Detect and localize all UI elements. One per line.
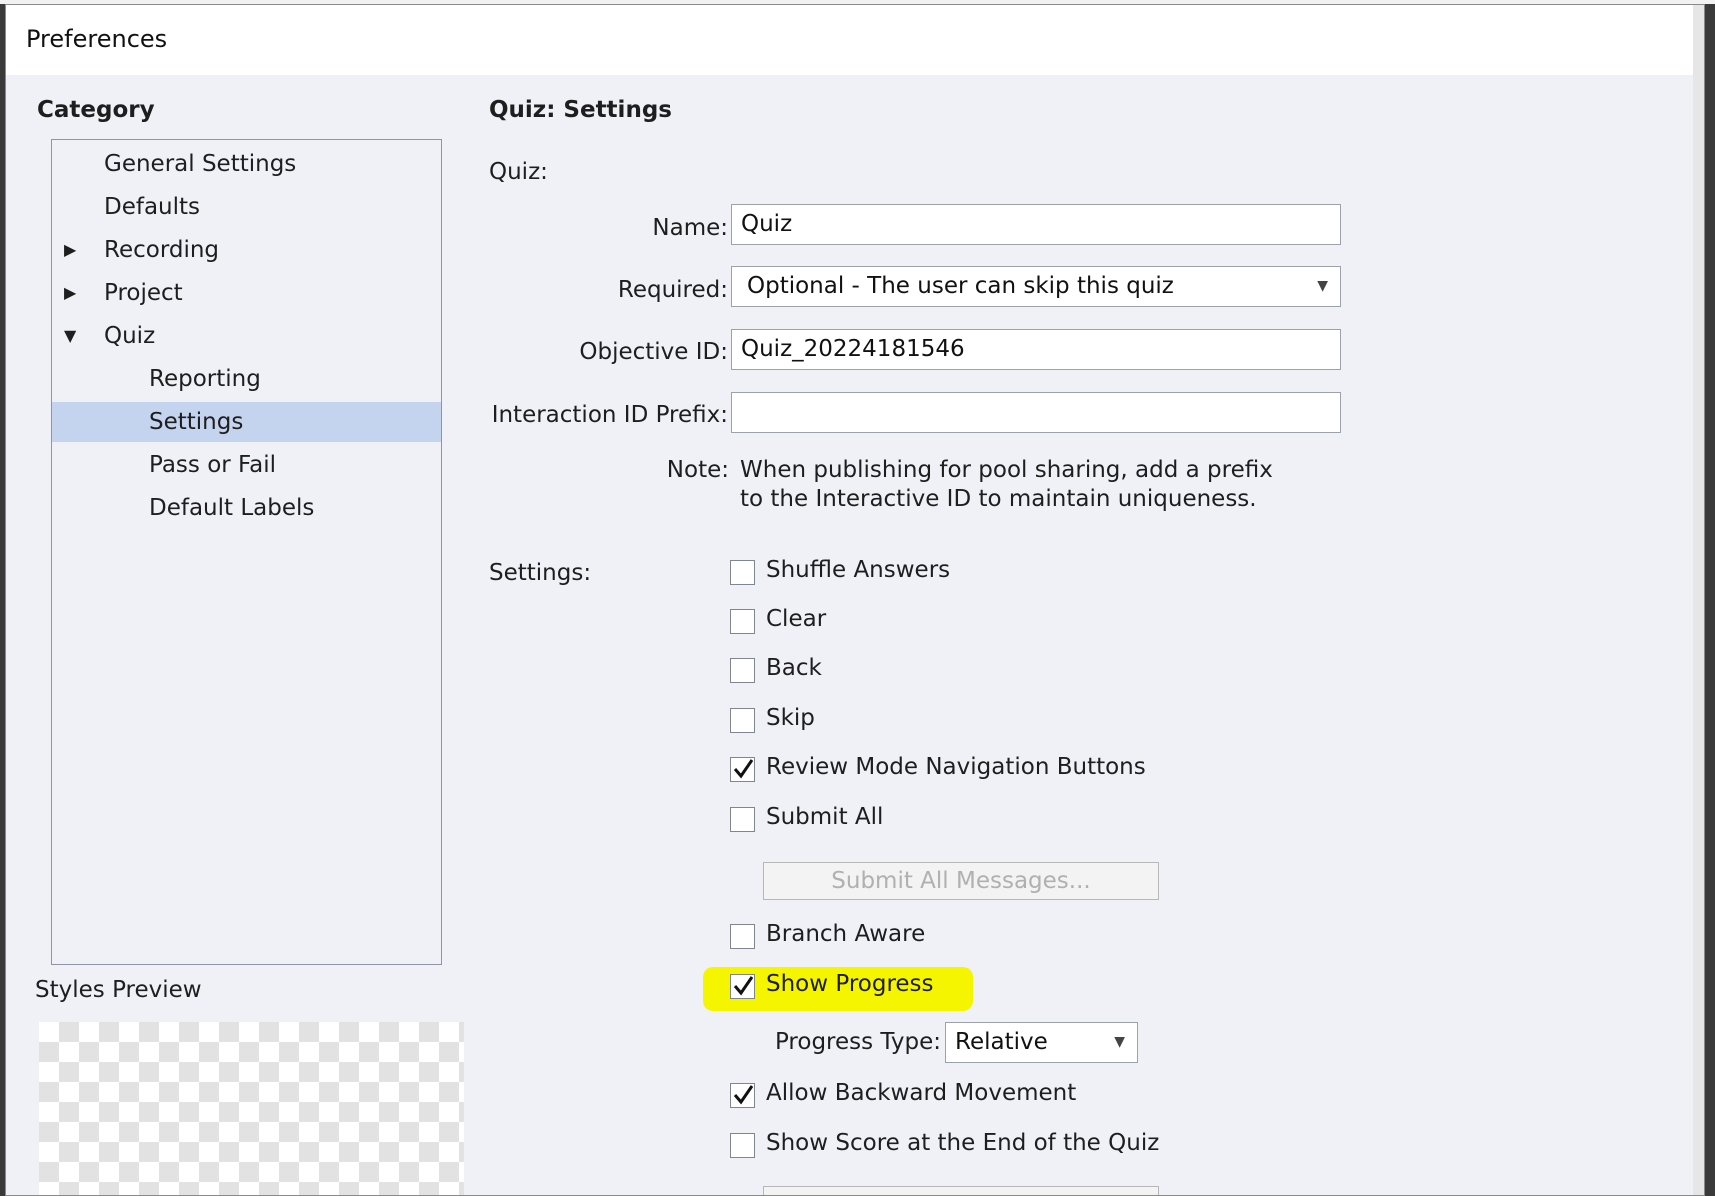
back-checkbox[interactable] — [730, 658, 755, 683]
styles-preview-canvas — [39, 1022, 464, 1195]
tree-item-recording[interactable]: ▶ Recording — [52, 230, 441, 270]
progress-type-dropdown[interactable]: Relative ▼ — [945, 1022, 1138, 1063]
branch-aware-label: Branch Aware — [766, 921, 926, 947]
required-selected-value: Optional - The user can skip this quiz — [747, 273, 1174, 299]
skip-checkbox[interactable] — [730, 708, 755, 733]
allow-backward-movement-label: Allow Backward Movement — [766, 1080, 1077, 1106]
tree-item-label: Reporting — [149, 366, 261, 392]
back-label: Back — [766, 655, 822, 681]
chevron-down-icon: ▼ — [1114, 1034, 1125, 1050]
quiz-result-messages-button — [763, 1186, 1159, 1195]
tree-item-settings[interactable]: Settings — [52, 402, 441, 442]
review-mode-navigation-label: Review Mode Navigation Buttons — [766, 754, 1146, 780]
tree-item-quiz[interactable]: ▼ Quiz — [52, 316, 441, 356]
preferences-dialog: Preferences Category General Settings De… — [5, 4, 1705, 1196]
show-progress-checkbox[interactable] — [730, 974, 755, 999]
title-bar[interactable]: Preferences — [6, 5, 1704, 75]
checkmark-icon — [733, 976, 754, 996]
dialog-right-edge — [1693, 5, 1704, 1195]
chevron-down-icon: ▼ — [1317, 278, 1328, 294]
category-heading: Category — [37, 97, 155, 123]
show-progress-label: Show Progress — [766, 971, 934, 997]
window-title: Preferences — [26, 25, 168, 53]
required-dropdown[interactable]: Optional - The user can skip this quiz ▼ — [731, 266, 1341, 307]
tree-item-general-settings[interactable]: General Settings — [52, 144, 441, 184]
styles-preview-label: Styles Preview — [35, 977, 202, 1003]
submit-all-checkbox[interactable] — [730, 807, 755, 832]
tree-item-label: General Settings — [104, 151, 297, 177]
checkmark-icon — [733, 759, 754, 779]
branch-aware-checkbox[interactable] — [730, 924, 755, 949]
objective-id-label: Objective ID: — [579, 339, 728, 365]
name-label: Name: — [652, 215, 728, 241]
tree-item-defaults[interactable]: Defaults — [52, 187, 441, 227]
required-label: Required: — [617, 277, 728, 303]
interaction-id-prefix-input[interactable] — [731, 392, 1341, 433]
shuffle-answers-checkbox[interactable] — [730, 560, 755, 585]
settings-label: Settings: — [489, 560, 592, 586]
allow-backward-movement-checkbox[interactable] — [730, 1083, 755, 1108]
name-input[interactable]: Quiz — [731, 204, 1341, 245]
collapse-arrow-icon[interactable]: ▼ — [64, 316, 76, 356]
quiz-group-label: Quiz: — [489, 159, 548, 185]
skip-label: Skip — [766, 705, 815, 731]
note-text-line2: to the Interactive ID to maintain unique… — [740, 486, 1257, 512]
tree-item-project[interactable]: ▶ Project — [52, 273, 441, 313]
note-label: Note: — [666, 457, 729, 483]
tree-item-label: Defaults — [104, 194, 201, 220]
tree-item-label: Quiz — [104, 323, 156, 349]
clear-checkbox[interactable] — [730, 609, 755, 634]
tree-item-reporting[interactable]: Reporting — [52, 359, 441, 399]
tree-item-label: Default Labels — [149, 495, 315, 521]
show-score-checkbox[interactable] — [730, 1133, 755, 1158]
tree-item-pass-or-fail[interactable]: Pass or Fail — [52, 445, 441, 485]
category-tree[interactable]: General Settings Defaults ▶ Recording ▶ … — [51, 139, 442, 965]
submit-all-messages-button: Submit All Messages... — [763, 862, 1159, 900]
tree-item-label: Project — [104, 280, 183, 306]
note-text-line1: When publishing for pool sharing, add a … — [740, 457, 1273, 483]
progress-type-selected-value: Relative — [955, 1029, 1048, 1055]
tree-item-label: Recording — [104, 237, 220, 263]
expand-arrow-icon[interactable]: ▶ — [64, 230, 76, 270]
tree-item-label: Settings — [149, 409, 244, 435]
submit-all-label: Submit All — [766, 804, 884, 830]
show-score-label: Show Score at the End of the Quiz — [766, 1130, 1160, 1156]
checkmark-icon — [733, 1085, 754, 1105]
tree-item-default-labels[interactable]: Default Labels — [52, 488, 441, 528]
panel-heading: Quiz: Settings — [489, 97, 672, 123]
tree-item-label: Pass or Fail — [149, 452, 277, 478]
progress-type-label: Progress Type: — [774, 1029, 941, 1055]
objective-id-input[interactable]: Quiz_20224181546 — [731, 329, 1341, 370]
review-mode-navigation-checkbox[interactable] — [730, 757, 755, 782]
expand-arrow-icon[interactable]: ▶ — [64, 273, 76, 313]
clear-label: Clear — [766, 606, 827, 632]
shuffle-answers-label: Shuffle Answers — [766, 557, 951, 583]
interaction-id-prefix-label: Interaction ID Prefix: — [491, 402, 728, 428]
